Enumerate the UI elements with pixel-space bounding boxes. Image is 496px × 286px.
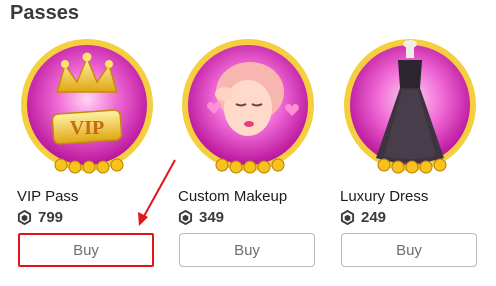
price-row: 799 xyxy=(17,209,63,226)
buy-button-custom-makeup[interactable]: Buy xyxy=(179,233,315,267)
vip-badge-text: VIP xyxy=(70,117,104,139)
pass-name[interactable]: Luxury Dress xyxy=(340,188,428,205)
custom-makeup-thumbnail[interactable] xyxy=(178,30,318,180)
luxury-dress-thumbnail[interactable] xyxy=(340,30,480,180)
robux-icon xyxy=(340,210,355,225)
buy-button-vip-pass[interactable]: Buy xyxy=(18,233,154,267)
price-row: 349 xyxy=(178,209,224,226)
robux-icon xyxy=(178,210,193,225)
vip-pass-thumbnail[interactable]: VIP xyxy=(17,30,157,180)
price-row: 249 xyxy=(340,209,386,226)
section-title: Passes xyxy=(10,2,79,24)
robux-icon xyxy=(17,210,32,225)
pass-card-vip[interactable]: VIP VIP Pass 799 Buy xyxy=(17,30,157,280)
pass-name[interactable]: VIP Pass xyxy=(17,188,78,205)
pass-name[interactable]: Custom Makeup xyxy=(178,188,287,205)
pass-card-custom-makeup[interactable]: Custom Makeup 349 Buy xyxy=(178,30,318,280)
pass-price: 349 xyxy=(199,209,225,226)
pass-card-luxury-dress[interactable]: Luxury Dress 249 Buy xyxy=(340,30,480,280)
pass-price: 249 xyxy=(361,209,387,226)
buy-button-luxury-dress[interactable]: Buy xyxy=(341,233,477,267)
pass-price: 799 xyxy=(38,209,64,226)
